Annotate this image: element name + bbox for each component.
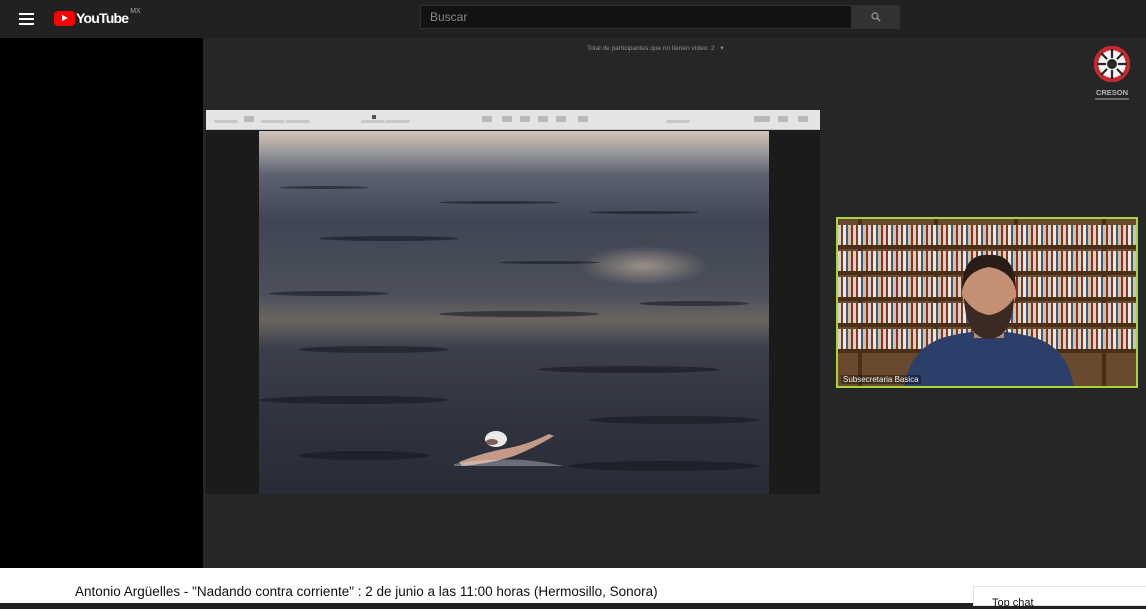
search-input[interactable]	[421, 6, 851, 28]
live-chat-panel[interactable]: Top chat	[973, 586, 1146, 609]
hamburger-menu-icon[interactable]	[16, 9, 38, 29]
youtube-logo-icon	[54, 10, 75, 26]
below-player: Antonio Argüelles - "Nadando contra corr…	[0, 568, 1146, 609]
country-code: MX	[130, 7, 141, 15]
video-title: Antonio Argüelles - "Nadando contra corr…	[75, 584, 658, 599]
masthead: YouTube MX	[0, 0, 1146, 38]
speaker-video: Subsecretaria Basica	[836, 217, 1138, 388]
creson-subtitle-line	[1095, 98, 1129, 100]
creson-emblem-icon	[1093, 45, 1131, 83]
shared-screen-toolbar	[206, 110, 820, 130]
search-button[interactable]	[852, 5, 900, 29]
search-box	[420, 5, 852, 29]
chat-mode-label[interactable]: Top chat	[992, 597, 1034, 609]
participants-notice: Total de participantes que no tienen víd…	[587, 44, 724, 52]
shared-screen	[206, 110, 820, 494]
video-player[interactable]: Total de participantes que no tienen víd…	[0, 38, 1146, 568]
youtube-logo[interactable]: YouTube MX	[54, 8, 141, 28]
creson-logo: CRESON	[1089, 45, 1135, 104]
logo-text: YouTube	[76, 10, 129, 26]
search-icon	[871, 12, 881, 22]
swimmer	[454, 431, 564, 466]
speaker-name-label: Subsecretaria Basica	[841, 375, 921, 384]
speaker-person	[904, 254, 1074, 386]
participants-text: Total de participantes que no tienen víd…	[587, 45, 715, 52]
creson-text: CRESON	[1095, 88, 1129, 97]
ocean-photo	[259, 131, 769, 494]
chevron-down-icon: ▾	[720, 45, 724, 52]
video-frame[interactable]: Total de participantes que no tienen víd…	[203, 38, 1146, 568]
